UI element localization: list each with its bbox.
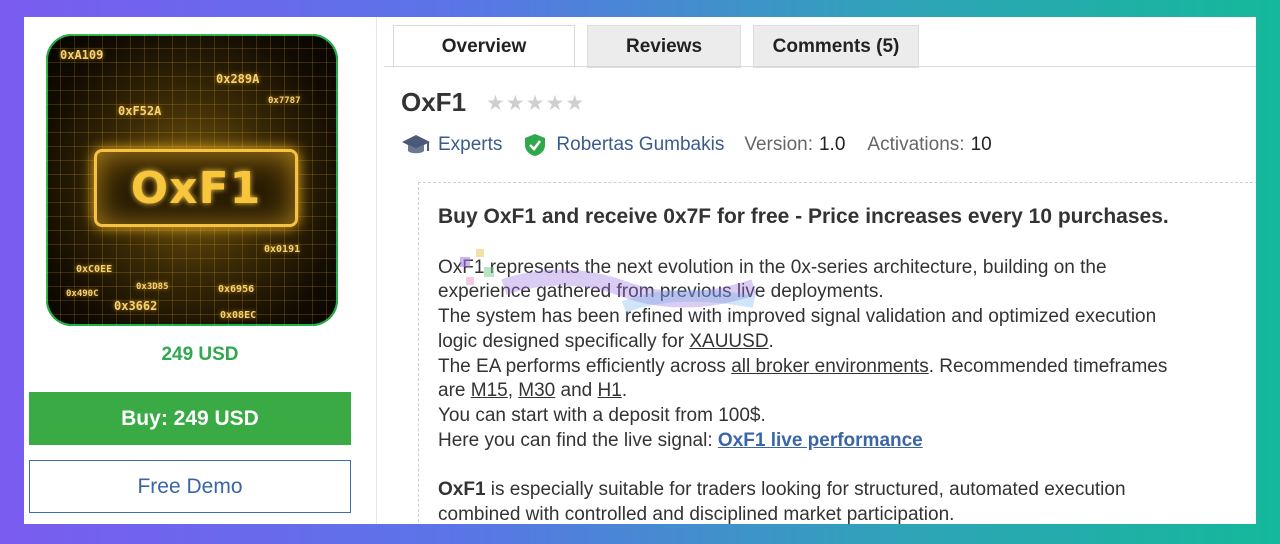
description-text: logic designed specifically for xyxy=(438,330,690,352)
star-icon[interactable]: ★ xyxy=(526,91,546,115)
m15-link[interactable]: M15 xyxy=(471,380,508,401)
product-title: OxF1 xyxy=(401,87,467,117)
broker-environments-link[interactable]: all broker environments xyxy=(731,356,928,377)
description-line: The system has been refined with improve… xyxy=(438,306,1157,328)
tab-overview[interactable]: Overview xyxy=(393,25,575,68)
description-line: logic designed specifically for XAUUSD. xyxy=(438,330,1256,355)
image-hex-label: 0x7787 xyxy=(268,96,301,106)
m30-link[interactable]: M30 xyxy=(518,380,555,401)
star-icon[interactable]: ★ xyxy=(565,91,585,115)
rating-stars[interactable]: ★★★★★ xyxy=(486,91,585,115)
tab-comments[interactable]: Comments (5) xyxy=(753,25,919,68)
verified-shield-icon xyxy=(524,133,546,157)
description-text: are xyxy=(438,380,471,402)
image-hex-label: 0xC0EE xyxy=(76,264,113,275)
graduation-cap-icon xyxy=(401,133,431,157)
image-hex-label: 0x0191 xyxy=(264,244,301,255)
version-label: Version: xyxy=(744,134,813,155)
price-label: 249 USD xyxy=(161,344,239,365)
image-hex-label: 0x08EC xyxy=(220,310,257,321)
image-title-plate: OxF1 xyxy=(94,149,298,227)
live-signal-link[interactable]: OxF1 live performance xyxy=(718,430,923,451)
description-text: Here you can find the live signal: xyxy=(438,429,718,451)
description-text: . xyxy=(621,380,628,402)
image-hex-label: 0x289A xyxy=(216,72,260,86)
product-image[interactable]: 0xA109 0x289A 0xF52A 0x7787 0x0191 0x695… xyxy=(46,34,338,326)
star-icon[interactable]: ★ xyxy=(486,91,506,115)
star-icon[interactable]: ★ xyxy=(506,91,526,115)
description-text: , xyxy=(507,380,519,402)
description-box: Buy OxF1 and receive 0x7F for free - Pri… xyxy=(418,182,1256,524)
description-bold: OxF1 xyxy=(438,479,486,501)
description-text: . xyxy=(768,330,774,352)
xauusd-link[interactable]: XAUUSD xyxy=(689,331,768,352)
version-value: 1.0 xyxy=(818,134,846,155)
description-text: and xyxy=(555,380,598,402)
product-meta: Experts Robertas Gumbakis Version: 1.0 A… xyxy=(401,133,992,157)
activations-value: 10 xyxy=(970,134,992,155)
tab-divider xyxy=(384,66,1256,67)
description-line: are M15, M30 and H1. xyxy=(438,379,1256,404)
description-headline: Buy OxF1 and receive 0x7F for free - Pri… xyxy=(438,205,1169,228)
description-line: You can start with a deposit from 100$. xyxy=(438,404,766,426)
author-link[interactable]: Robertas Gumbakis xyxy=(556,134,724,156)
tab-reviews[interactable]: Reviews xyxy=(587,25,741,68)
description-line: OxF1 is especially suitable for traders … xyxy=(438,478,1256,503)
description-line: experience gathered from previous live d… xyxy=(438,281,884,303)
category-link[interactable]: Experts xyxy=(438,134,502,156)
free-demo-button[interactable]: Free Demo xyxy=(29,460,351,513)
image-hex-label: 0x3D85 xyxy=(136,282,169,292)
image-hex-label: 0x490C xyxy=(66,289,99,299)
description-line: The EA performs efficiently across all b… xyxy=(438,355,1256,380)
product-panel: 0xA109 0x289A 0xF52A 0x7787 0x0191 0x695… xyxy=(24,17,1256,524)
image-hex-label: 0x3662 xyxy=(114,299,158,313)
image-hex-label: 0xA109 xyxy=(60,48,104,62)
image-hex-label: 0x6956 xyxy=(218,284,255,295)
h1-link[interactable]: H1 xyxy=(598,380,622,401)
activations-label: Activations: xyxy=(867,134,965,155)
description-text: The EA performs efficiently across xyxy=(438,355,732,377)
image-title: OxF1 xyxy=(130,162,262,214)
description-line: combined with controlled and disciplined… xyxy=(438,503,955,524)
description-line: OxF1 represents the next evolution in th… xyxy=(438,256,1107,278)
product-sidebar: 0xA109 0x289A 0xF52A 0x7787 0x0191 0x695… xyxy=(24,17,377,524)
tab-bar: Overview Reviews Comments (5) xyxy=(393,25,931,68)
image-hex-label: 0xF52A xyxy=(118,104,162,118)
description-text: . Recommended timeframes xyxy=(928,355,1168,377)
star-icon[interactable]: ★ xyxy=(545,91,565,115)
buy-button[interactable]: Buy: 249 USD xyxy=(29,392,351,445)
description-line: Here you can find the live signal: OxF1 … xyxy=(438,429,1256,454)
description-text: is especially suitable for traders looki… xyxy=(485,479,1126,501)
